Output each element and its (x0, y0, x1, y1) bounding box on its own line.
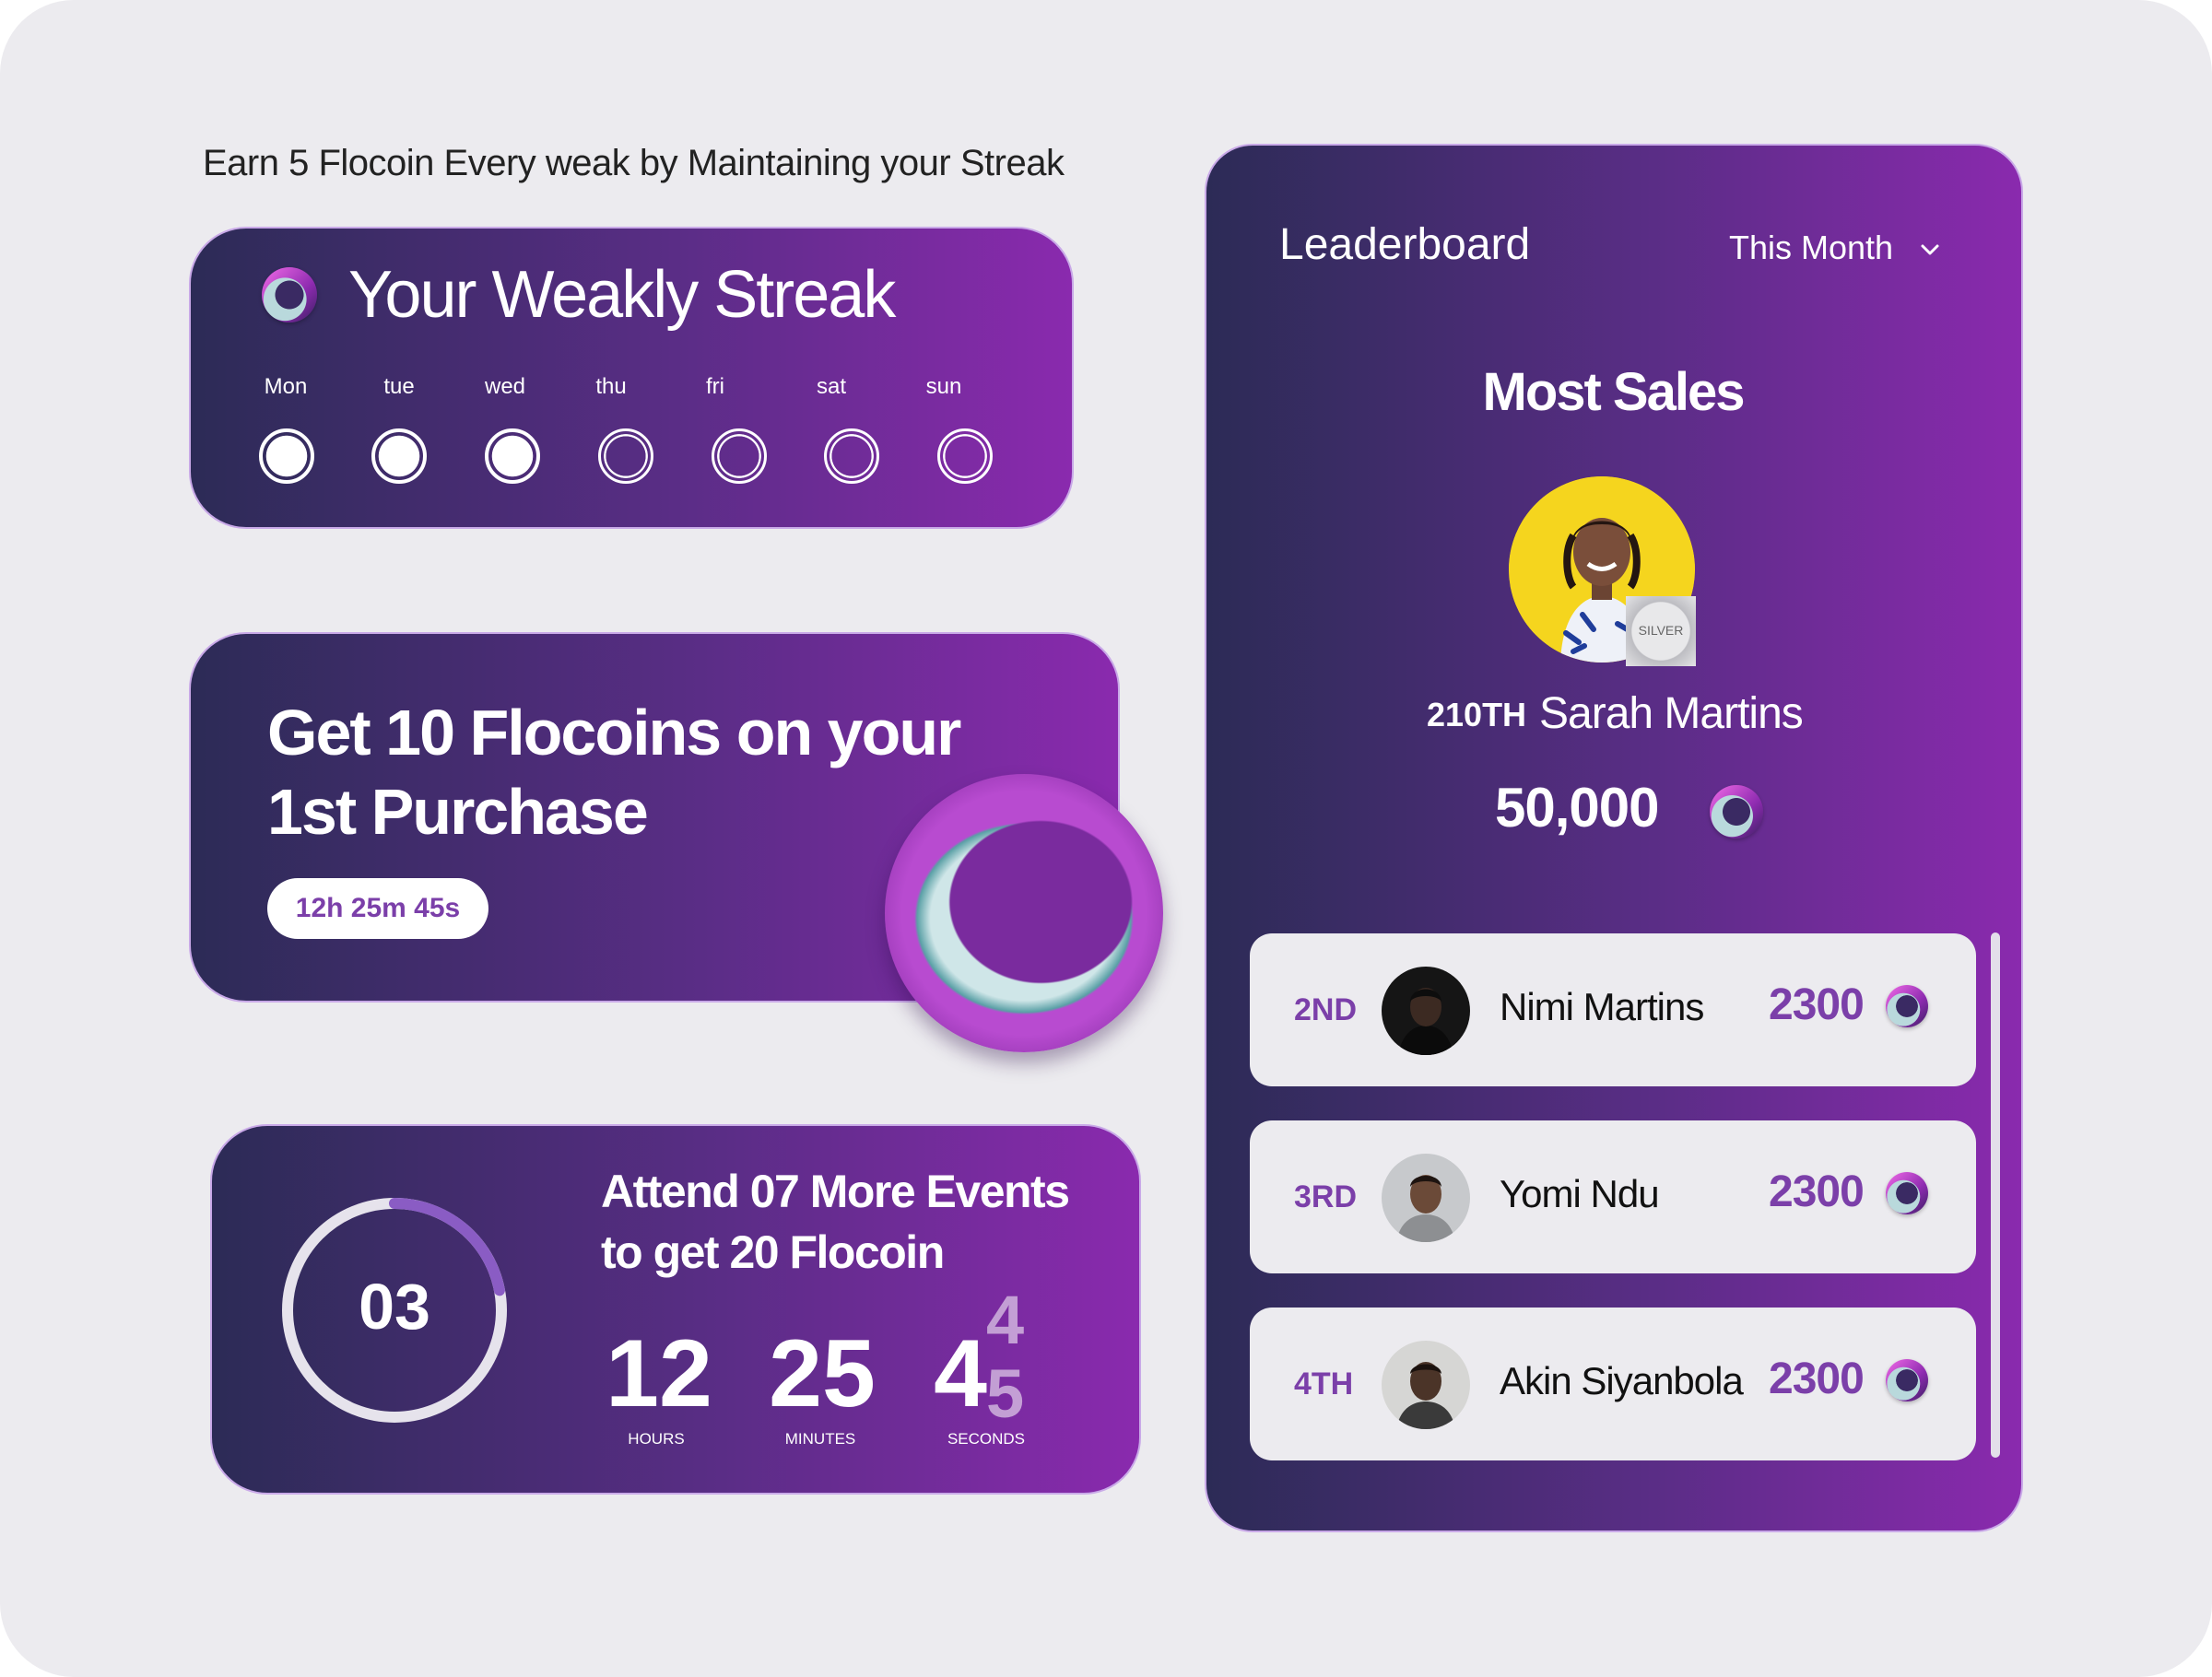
leaderboard-heading: Most Sales (1482, 362, 1746, 422)
streak-headline: Earn 5 Flocoin Every weak by Maintaining… (203, 143, 1065, 183)
offer-timer-badge: 12h 25m 45s (267, 878, 488, 939)
silver-badge-label: SILVER (1638, 623, 1684, 638)
row-rank: 3RD (1294, 1179, 1358, 1214)
countdown-hours-label: HOURS (628, 1430, 685, 1448)
flocoin-icon (1886, 1359, 1928, 1401)
flocoin-icon (262, 267, 317, 322)
user-avatar (1382, 1341, 1470, 1429)
period-filter-dropdown[interactable]: This Month (1729, 229, 1893, 267)
day-dot-sun[interactable] (937, 428, 993, 484)
day-dot-wed[interactable] (485, 428, 540, 484)
user-avatar (1382, 1154, 1470, 1242)
row-score: 2300 (1769, 1354, 1865, 1403)
events-title: Attend 07 More Events to get 20 Flocoin (601, 1166, 1070, 1278)
day-label-sat: sat (816, 374, 846, 399)
day-dot-mon[interactable] (259, 428, 314, 484)
top-user-rank: 210TH (1427, 696, 1527, 733)
day-label-tue: tue (383, 374, 415, 399)
row-rank: 4TH (1294, 1366, 1354, 1401)
row-score: 2300 (1769, 1167, 1865, 1216)
day-label-wed: wed (484, 374, 526, 399)
countdown-minutes-label: MINUTES (784, 1430, 856, 1448)
day-dot-sat[interactable] (824, 428, 879, 484)
day-label-mon: Mon (264, 374, 308, 399)
flocoin-icon (1886, 985, 1928, 1027)
countdown-seconds-next-bottom: 5 (986, 1355, 1025, 1432)
leaderboard-row[interactable]: 4TH Akin Siyanbola 2300 (1250, 1308, 1976, 1460)
chevron-down-icon[interactable] (1920, 240, 1940, 260)
row-name: Nimi Martins (1500, 985, 1704, 1028)
day-dot-tue[interactable] (371, 428, 427, 484)
events-progress-value: 03 (359, 1271, 430, 1343)
day-label-thu: thu (595, 374, 627, 399)
leaderboard-row[interactable]: 3RD Yomi Ndu 2300 (1250, 1120, 1976, 1273)
row-rank: 2ND (1294, 992, 1358, 1027)
flocoin-icon (1710, 785, 1763, 838)
first-purchase-title: Get 10 Flocoins on your 1st Purchase (267, 697, 961, 848)
flocoin-icon (1886, 1172, 1928, 1214)
leaderboard-row[interactable]: 2ND Nimi Martins 2300 (1250, 933, 1976, 1086)
streak-title: Your Weakly Streak (348, 258, 896, 332)
day-label-fri: fri (706, 374, 724, 399)
countdown-seconds-next-top: 4 (986, 1282, 1025, 1358)
row-score: 2300 (1769, 980, 1865, 1029)
countdown-minutes: 25 (769, 1320, 876, 1427)
day-dot-thu[interactable] (598, 428, 653, 484)
top-user-score: 50,000 (1495, 777, 1660, 838)
countdown-hours: 12 (606, 1320, 712, 1427)
flocoin-3d-icon (885, 774, 1163, 1052)
day-dot-fri[interactable] (712, 428, 767, 484)
row-name: Akin Siyanbola (1500, 1359, 1744, 1402)
day-label-sun: sun (925, 374, 962, 399)
page-background: Earn 5 Flocoin Every weak by Maintaining… (0, 0, 2212, 1677)
row-name: Yomi Ndu (1500, 1172, 1660, 1215)
countdown-seconds-label: SECONDS (947, 1430, 1026, 1448)
top-user-name: Sarah Martins (1539, 689, 1804, 738)
leaderboard-title: Leaderboard (1279, 220, 1531, 269)
user-avatar (1382, 967, 1470, 1055)
leaderboard-scrollbar[interactable] (1991, 932, 2000, 1458)
